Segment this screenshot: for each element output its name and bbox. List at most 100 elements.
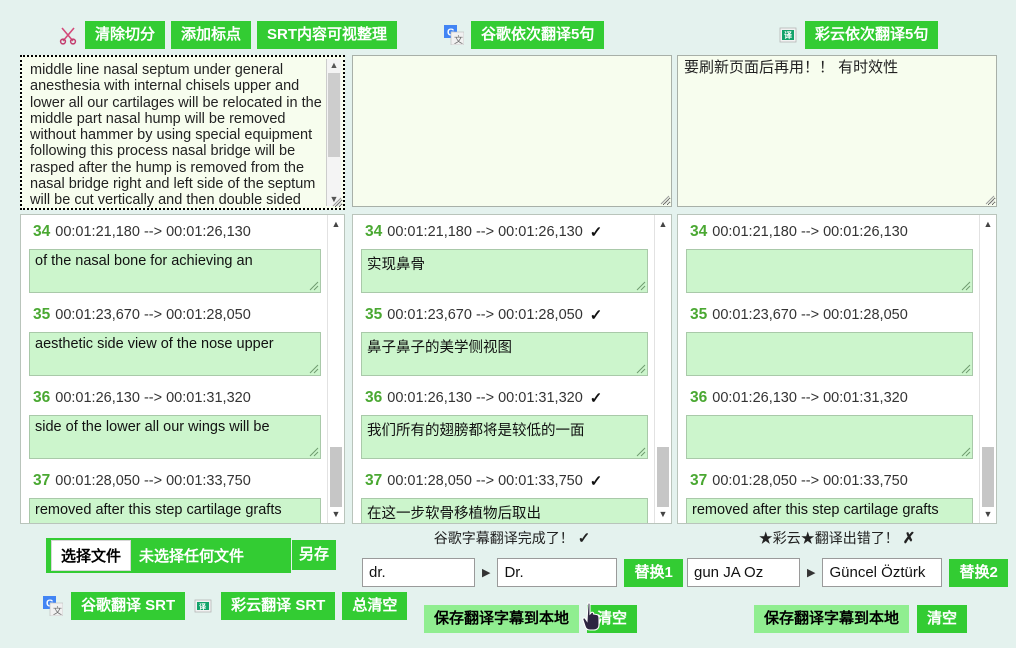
- caiyun-replace-input[interactable]: [822, 558, 943, 587]
- source-text-field[interactable]: removed after this step cartilage grafts: [29, 498, 321, 523]
- scrollbar-thumb[interactable]: [328, 73, 340, 157]
- subtitle-timecode: 00:01:26,130 --> 00:01:31,320: [712, 390, 908, 406]
- google-replace-button[interactable]: 替换1: [624, 558, 683, 587]
- translated-check-icon: ✓: [589, 473, 603, 490]
- resize-grip-icon[interactable]: [307, 362, 319, 374]
- scroll-up-icon[interactable]: ▲: [327, 59, 341, 72]
- source-text-field[interactable]: side of the lower all our wings will be: [29, 415, 321, 459]
- caiyun-list-scrollbar[interactable]: ▲ ▼: [979, 215, 996, 523]
- google-text-field[interactable]: 在这一步软骨移植物后取出: [361, 498, 648, 523]
- resize-grip-icon[interactable]: [634, 279, 646, 291]
- google-status-mark: ✓: [577, 530, 591, 547]
- subtitle-index: 37: [690, 472, 708, 489]
- scroll-down-icon[interactable]: ▼: [980, 507, 996, 521]
- caiyun-replace-button[interactable]: 替换2: [949, 558, 1008, 587]
- subtitle-timecode: 00:01:23,670 --> 00:01:28,050: [387, 307, 583, 323]
- save-as-button[interactable]: 另存: [292, 540, 337, 570]
- subtitle-row: 35 00:01:23,670 --> 00:01:28,050 aesthetic…: [21, 298, 327, 376]
- subtitle-timecode: 00:01:26,130 --> 00:01:31,320: [387, 390, 583, 406]
- google-text-field[interactable]: 实现鼻骨: [361, 249, 648, 293]
- google-save-subtitle-button[interactable]: 保存翻译字幕到本地: [424, 605, 580, 633]
- caiyun-translate-icon: 译: [777, 24, 799, 46]
- caiyun-time-label: 35 00:01:23,670 --> 00:01:28,050: [678, 298, 979, 332]
- scroll-down-icon[interactable]: ▼: [655, 507, 671, 521]
- subtitle-index: 35: [365, 306, 383, 323]
- google-time-label: 34 00:01:21,180 --> 00:01:26,130 ✓: [353, 215, 654, 249]
- svg-text:译: 译: [199, 602, 207, 611]
- resize-grip-icon[interactable]: [959, 279, 971, 291]
- subtitle-index: 35: [33, 306, 51, 323]
- resize-grip-icon[interactable]: [658, 193, 670, 205]
- source-list-scrollbar[interactable]: ▲ ▼: [327, 215, 344, 523]
- caiyun-status-text: ★彩云★翻译出错了！: [758, 530, 899, 546]
- translated-check-icon: ✓: [589, 307, 603, 324]
- caiyun-translate-srt-button[interactable]: 彩云翻译 SRT: [221, 592, 336, 620]
- resize-grip-icon[interactable]: [634, 362, 646, 374]
- caiyun-text-field[interactable]: [686, 415, 973, 459]
- caiyun-text-field[interactable]: [686, 332, 973, 376]
- clear-all-button[interactable]: 总清空: [342, 592, 408, 620]
- caiyun-clear-button[interactable]: 清空: [917, 605, 968, 633]
- caiyun-output-textarea[interactable]: 要刷新页面后再用！！ 有时效性: [677, 55, 997, 207]
- resize-grip-icon[interactable]: [307, 445, 319, 457]
- scroll-up-icon[interactable]: ▲: [655, 217, 671, 231]
- scroll-down-icon[interactable]: ▼: [328, 507, 344, 521]
- scroll-up-icon[interactable]: ▲: [980, 217, 996, 231]
- toolbar-middle: G 文 谷歌依次翻译5句: [443, 21, 605, 49]
- google-translate-5-lines-button[interactable]: 谷歌依次翻译5句: [471, 21, 605, 49]
- google-replace-input[interactable]: [497, 558, 618, 587]
- caiyun-text-field[interactable]: removed after this step cartilage grafts: [686, 498, 973, 523]
- caiyun-replace-row: ▶ 替换2: [687, 558, 1008, 587]
- subtitle-row: 36 00:01:26,130 --> 00:01:31,320: [678, 381, 979, 459]
- google-translate-icon: G 文: [42, 595, 64, 617]
- subtitle-index: 37: [365, 472, 383, 489]
- google-output-textarea[interactable]: [352, 55, 672, 207]
- arrow-right-icon: ▶: [482, 567, 491, 579]
- caiyun-save-subtitle-button[interactable]: 保存翻译字幕到本地: [754, 605, 910, 633]
- caiyun-translate-5-lines-button[interactable]: 彩云依次翻译5句: [805, 21, 939, 49]
- add-punctuation-button[interactable]: 添加标点: [171, 21, 252, 49]
- subtitle-index: 34: [365, 223, 383, 240]
- caiyun-subtitle-list[interactable]: 34 00:01:21,180 --> 00:01:26,130 35 00:01:2…: [677, 214, 997, 524]
- google-subtitle-list[interactable]: 34 00:01:21,180 --> 00:01:26,130 ✓ 实现鼻骨 35 00…: [352, 214, 672, 524]
- subtitle-index: 36: [690, 389, 708, 406]
- scroll-up-icon[interactable]: ▲: [328, 217, 344, 231]
- subtitle-row: 37 00:01:28,050 --> 00:01:33,750 ✓ 在这一步软骨移植…: [353, 464, 654, 523]
- source-text-scrollbar[interactable]: ▲ ▼: [326, 59, 341, 206]
- google-translate-srt-button[interactable]: 谷歌翻译 SRT: [71, 592, 186, 620]
- source-subtitle-list[interactable]: 34 00:01:21,180 --> 00:01:26,130 of the na…: [20, 214, 345, 524]
- google-list-scrollbar[interactable]: ▲ ▼: [654, 215, 671, 523]
- source-text-field[interactable]: aesthetic side view of the nose upper: [29, 332, 321, 376]
- subtitle-timecode: 00:01:23,670 --> 00:01:28,050: [712, 307, 908, 323]
- caiyun-text-field[interactable]: [686, 249, 973, 293]
- choose-file-button[interactable]: 选择文件: [51, 540, 132, 571]
- resize-grip-icon[interactable]: [330, 195, 342, 207]
- google-find-input[interactable]: [362, 558, 475, 587]
- scrollbar-thumb[interactable]: [657, 447, 669, 507]
- resize-grip-icon[interactable]: [307, 279, 319, 291]
- subtitle-index: 36: [33, 389, 51, 406]
- srt-visual-organize-button[interactable]: SRT内容可视整理: [257, 21, 398, 49]
- scrollbar-thumb[interactable]: [330, 447, 342, 507]
- source-text-content: middle line nasal septum under general a…: [30, 62, 322, 209]
- google-replace-row: ▶ 替换1: [362, 558, 683, 587]
- subtitle-row: 37 00:01:28,050 --> 00:01:33,750 removed a…: [21, 464, 327, 523]
- resize-grip-icon[interactable]: [634, 445, 646, 457]
- scroll-down-icon[interactable]: ▼: [327, 193, 341, 206]
- caiyun-find-input[interactable]: [687, 558, 800, 587]
- file-picker[interactable]: 选择文件 未选择任何文件: [46, 538, 291, 573]
- subtitle-timecode: 00:01:21,180 --> 00:01:26,130: [712, 224, 908, 240]
- google-text-field[interactable]: 我们所有的翅膀都将是较低的一面: [361, 415, 648, 459]
- google-clear-button[interactable]: 清空: [587, 605, 638, 633]
- resize-grip-icon[interactable]: [959, 445, 971, 457]
- subtitle-timecode: 00:01:28,050 --> 00:01:33,750: [55, 473, 251, 489]
- resize-grip-icon[interactable]: [983, 193, 995, 205]
- scrollbar-thumb[interactable]: [982, 447, 994, 507]
- toolbar-left: 清除切分 添加标点 SRT内容可视整理: [57, 21, 398, 49]
- source-text-textarea[interactable]: middle line nasal septum under general a…: [20, 55, 345, 210]
- clear-split-button[interactable]: 清除切分: [85, 21, 166, 49]
- subtitle-index: 37: [33, 472, 51, 489]
- google-text-field[interactable]: 鼻子鼻子的美学侧视图: [361, 332, 648, 376]
- source-text-field[interactable]: of the nasal bone for achieving an: [29, 249, 321, 293]
- resize-grip-icon[interactable]: [959, 362, 971, 374]
